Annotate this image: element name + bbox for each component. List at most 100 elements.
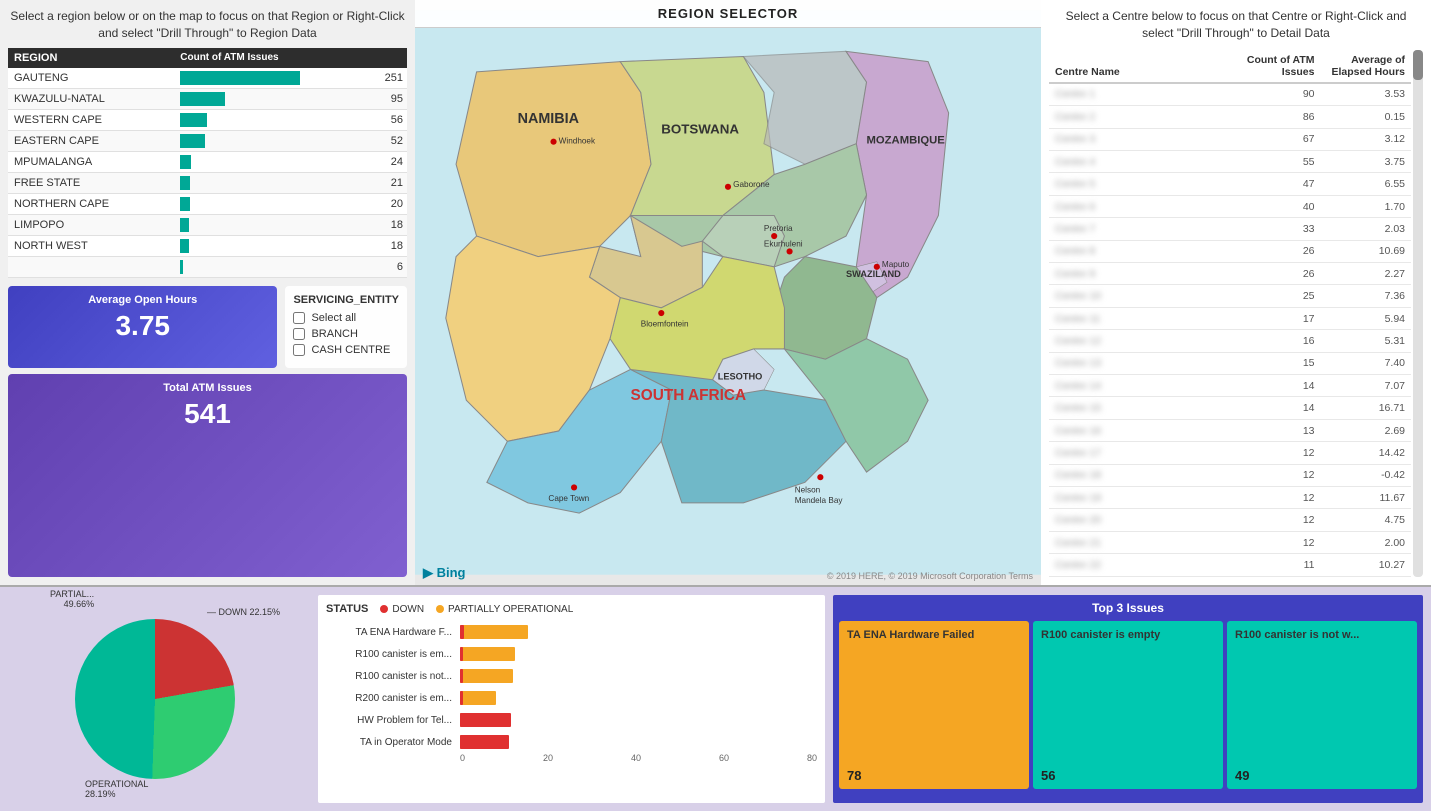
centre-count: 17 <box>1230 307 1321 329</box>
centre-name: Centre 22 <box>1049 554 1230 577</box>
centre-avg: 16.71 <box>1321 397 1412 419</box>
bar-label: HW Problem for Tel... <box>326 715 456 726</box>
servicing-option[interactable]: CASH CENTRE <box>293 344 399 356</box>
servicing-entity: SERVICING_ENTITY Select allBRANCHCASH CE… <box>285 286 407 368</box>
centre-count: 40 <box>1230 195 1321 217</box>
region-row[interactable]: NORTH WEST 18 <box>8 235 407 256</box>
region-bar <box>180 134 205 148</box>
region-bar-cell: 251 <box>174 68 407 89</box>
down-dot <box>380 605 388 613</box>
centre-row[interactable]: Centre 17 12 14.42 <box>1049 442 1411 464</box>
centre-row[interactable]: Centre 2 86 0.15 <box>1049 106 1411 128</box>
centre-row[interactable]: Centre 5 47 6.55 <box>1049 173 1411 195</box>
region-count: 251 <box>385 72 403 84</box>
centre-row[interactable]: Centre 7 33 2.03 <box>1049 218 1411 240</box>
centre-avg: 5.31 <box>1321 330 1412 352</box>
partial-bar <box>460 647 515 661</box>
centre-row[interactable]: Centre 20 12 4.75 <box>1049 509 1411 531</box>
region-row[interactable]: LIMPOPO 18 <box>8 214 407 235</box>
region-row[interactable]: WESTERN CAPE 56 <box>8 109 407 130</box>
operational-label: OPERATIONAL28.19% <box>85 779 148 799</box>
centre-count: 15 <box>1230 352 1321 374</box>
centre-row[interactable]: Centre 18 12 -0.42 <box>1049 464 1411 486</box>
region-bar-cell: 20 <box>174 193 407 214</box>
centre-name: Centre 4 <box>1049 150 1230 172</box>
servicing-option-label: Select all <box>311 312 356 324</box>
partial-bar <box>460 625 528 639</box>
centre-row[interactable]: Centre 15 14 16.71 <box>1049 397 1411 419</box>
region-bar-cell: 18 <box>174 214 407 235</box>
region-bar <box>180 218 189 232</box>
centre-row[interactable]: Centre 4 55 3.75 <box>1049 150 1411 172</box>
bar-label: TA ENA Hardware F... <box>326 627 456 638</box>
servicing-checkbox[interactable] <box>293 344 305 356</box>
region-table: REGION Count of ATM Issues GAUTENG 251 K… <box>8 48 407 278</box>
top3-card[interactable]: R100 canister is empty 56 <box>1033 621 1223 789</box>
bar-label: R200 canister is em... <box>326 693 456 704</box>
partial-dot <box>436 605 444 613</box>
partial-legend: PARTIALLY OPERATIONAL <box>436 604 573 615</box>
top3-card[interactable]: R100 canister is not w... 49 <box>1227 621 1417 789</box>
region-row[interactable]: FREE STATE 21 <box>8 172 407 193</box>
centre-count: 90 <box>1230 83 1321 106</box>
region-row[interactable]: 6 <box>8 256 407 277</box>
centre-row[interactable]: Centre 19 12 11.67 <box>1049 487 1411 509</box>
centre-count: 47 <box>1230 173 1321 195</box>
svg-text:BOTSWANA: BOTSWANA <box>661 121 739 136</box>
centre-count: 14 <box>1230 375 1321 397</box>
region-count: 52 <box>391 135 403 147</box>
count-col-header: Count of ATM Issues <box>174 48 407 68</box>
top3-cards: TA ENA Hardware Failed 78 R100 canister … <box>839 621 1417 789</box>
centre-avg: 7.36 <box>1321 285 1412 307</box>
centre-row[interactable]: Centre 13 15 7.40 <box>1049 352 1411 374</box>
region-bar-cell: 18 <box>174 235 407 256</box>
region-count: 18 <box>391 219 403 231</box>
bar-container <box>460 667 817 685</box>
centre-name: Centre 20 <box>1049 509 1230 531</box>
region-name: MPUMALANGA <box>8 151 174 172</box>
centre-avg: 4.75 <box>1321 509 1412 531</box>
centre-row[interactable]: Centre 14 14 7.07 <box>1049 375 1411 397</box>
centre-name: Centre 14 <box>1049 375 1230 397</box>
servicing-option[interactable]: BRANCH <box>293 328 399 340</box>
servicing-checkbox[interactable] <box>293 328 305 340</box>
centre-row[interactable]: Centre 12 16 5.31 <box>1049 330 1411 352</box>
centre-row[interactable]: Centre 3 67 3.12 <box>1049 128 1411 150</box>
centre-count: 12 <box>1230 442 1321 464</box>
svg-text:Bloemfontein: Bloemfontein <box>641 319 689 328</box>
region-row[interactable]: MPUMALANGA 24 <box>8 151 407 172</box>
bing-footer: ▶ Bing <box>423 565 466 581</box>
centre-row[interactable]: Centre 6 40 1.70 <box>1049 195 1411 217</box>
avg-hours-label: Average Open Hours <box>20 294 265 306</box>
region-count: 21 <box>391 177 403 189</box>
region-row[interactable]: EASTERN CAPE 52 <box>8 130 407 151</box>
down-bar <box>460 713 511 727</box>
centre-row[interactable]: Centre 10 25 7.36 <box>1049 285 1411 307</box>
top3-title: Top 3 Issues <box>839 601 1417 615</box>
region-row[interactable]: GAUTENG 251 <box>8 68 407 89</box>
partial-label: PARTIAL...49.66% <box>50 589 94 609</box>
region-row[interactable]: NORTHERN CAPE 20 <box>8 193 407 214</box>
top3-card[interactable]: TA ENA Hardware Failed 78 <box>839 621 1029 789</box>
region-row[interactable]: KWAZULU-NATAL 95 <box>8 88 407 109</box>
region-bar-cell: 6 <box>174 256 407 277</box>
centre-row[interactable]: Centre 9 26 2.27 <box>1049 263 1411 285</box>
status-bar-row: R100 canister is em... <box>326 645 817 663</box>
status-bar-row: HW Problem for Tel... <box>326 711 817 729</box>
centre-row[interactable]: Centre 16 13 2.69 <box>1049 419 1411 441</box>
map-container[interactable]: NAMIBIA BOTSWANA MOZAMBIQUE SWAZILAND LE… <box>415 0 1041 585</box>
centre-avg: 14.42 <box>1321 442 1412 464</box>
centre-row[interactable]: Centre 22 11 10.27 <box>1049 554 1411 577</box>
centre-count: 25 <box>1230 285 1321 307</box>
servicing-checkbox[interactable] <box>293 312 305 324</box>
status-bar-row: R200 canister is em... <box>326 689 817 707</box>
centre-name: Centre 16 <box>1049 419 1230 441</box>
centre-row[interactable]: Centre 1 90 3.53 <box>1049 83 1411 106</box>
servicing-option[interactable]: Select all <box>293 312 399 324</box>
centre-row[interactable]: Centre 8 26 10.69 <box>1049 240 1411 262</box>
centre-row[interactable]: Centre 11 17 5.94 <box>1049 307 1411 329</box>
centre-row[interactable]: Centre 21 12 2.00 <box>1049 531 1411 553</box>
centre-count: 12 <box>1230 531 1321 553</box>
servicing-option-label: BRANCH <box>311 328 357 340</box>
map-area[interactable]: REGION SELECTOR <box>415 0 1041 585</box>
